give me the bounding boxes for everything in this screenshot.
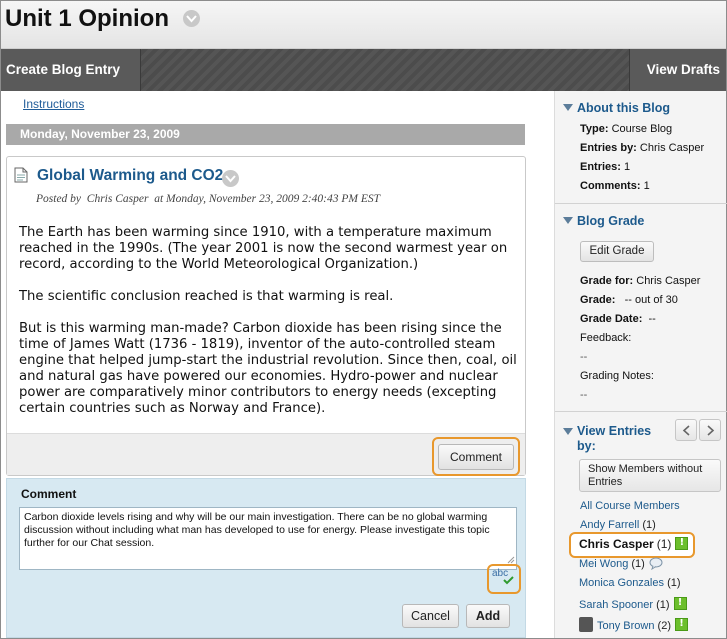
member-monica-gonzales[interactable]: Monica Gonzales (1) xyxy=(579,577,681,589)
feedback-label: Feedback: xyxy=(580,332,632,344)
comment-bubble-icon xyxy=(649,557,663,573)
date-header: Monday, November 23, 2009 xyxy=(6,124,525,145)
member-tony-brown[interactable]: Tony Brown (2) xyxy=(579,617,688,632)
add-button[interactable]: Add xyxy=(466,604,510,628)
action-bar: Create Blog Entry View Drafts xyxy=(1,49,726,91)
document-icon xyxy=(14,167,28,186)
cancel-button[interactable]: Cancel xyxy=(402,604,459,628)
grading-notes-value: -- xyxy=(580,389,588,401)
grade-date: Grade Date: -- xyxy=(580,313,656,325)
entry-paragraph: The Earth has been warming since 1910, w… xyxy=(19,225,508,272)
collapse-triangle-icon[interactable] xyxy=(563,217,573,224)
member-sarah-spooner[interactable]: Sarah Spooner (1) xyxy=(579,597,687,611)
member-andy-farrell[interactable]: Andy Farrell (1) xyxy=(580,519,656,531)
divider xyxy=(555,203,727,204)
entry-paragraph: But is this warming man-made? Carbon dio… xyxy=(19,321,517,416)
pager xyxy=(675,419,723,441)
member-mei-wong[interactable]: Mei Wong (1) xyxy=(579,557,663,573)
flag-icon xyxy=(673,597,687,610)
next-arrow-icon[interactable] xyxy=(699,419,721,441)
blog-entry: Global Warming and CO2 Posted by Chris C… xyxy=(6,156,526,476)
flag-icon xyxy=(675,618,688,631)
blog-grade-title[interactable]: Blog Grade xyxy=(577,214,644,228)
edit-grade-button[interactable]: Edit Grade xyxy=(580,241,654,262)
comment-text: Carbon dioxide levels rising and why wil… xyxy=(24,511,490,549)
grading-notes-label: Grading Notes: xyxy=(580,370,654,382)
blog-entries-by: Entries by: Chris Casper xyxy=(580,142,705,154)
comment-button[interactable]: Comment xyxy=(438,444,514,470)
blog-type: Type: Course Blog xyxy=(580,123,673,135)
entry-author: Chris Casper xyxy=(86,193,149,205)
view-drafts-button[interactable]: View Drafts xyxy=(629,49,726,91)
instructions-link[interactable]: Instructions xyxy=(23,97,84,111)
page-header: Unit 1 Opinion xyxy=(1,1,726,49)
posted-by-line: Posted by Chris Casper at Monday, Novemb… xyxy=(36,193,380,205)
show-members-button[interactable]: Show Members without Entries xyxy=(579,459,721,492)
collapse-triangle-icon[interactable] xyxy=(563,428,573,435)
page-title: Unit 1 Opinion xyxy=(5,5,169,32)
view-entries-title[interactable]: View Entries by: xyxy=(577,424,667,454)
previous-arrow-icon[interactable] xyxy=(675,419,697,441)
entry-title[interactable]: Global Warming and CO2 xyxy=(37,167,223,185)
flag-icon xyxy=(675,537,689,550)
comment-label: Comment xyxy=(21,487,77,501)
posted-prefix: Posted by xyxy=(36,193,82,205)
divider xyxy=(555,411,727,412)
about-blog-title[interactable]: About this Blog xyxy=(577,101,670,115)
blog-entries-count: Entries: 1 xyxy=(580,161,631,173)
posted-timestamp: at Monday, November 23, 2009 2:40:43 PM … xyxy=(154,193,381,205)
comment-textarea[interactable]: Carbon dioxide levels rising and why wil… xyxy=(19,507,517,570)
blog-comments-count: Comments: 1 xyxy=(580,180,650,192)
spellcheck-icon[interactable]: abc xyxy=(491,568,517,590)
chevron-down-icon[interactable] xyxy=(183,10,200,27)
grade-for: Grade for: Chris Casper xyxy=(580,275,701,287)
member-chris-casper[interactable]: Chris Casper (1) xyxy=(579,537,689,551)
feedback-value: -- xyxy=(580,351,588,363)
create-blog-entry-button[interactable]: Create Blog Entry xyxy=(1,49,141,91)
grade-value: Grade: -- out of 30 xyxy=(580,294,678,306)
collapse-triangle-icon[interactable] xyxy=(563,104,573,111)
all-course-members-link[interactable]: All Course Members xyxy=(580,500,680,512)
entry-paragraph: The scientific conclusion reached is tha… xyxy=(19,289,394,304)
chevron-down-icon[interactable] xyxy=(222,170,239,187)
avatar xyxy=(579,617,593,632)
